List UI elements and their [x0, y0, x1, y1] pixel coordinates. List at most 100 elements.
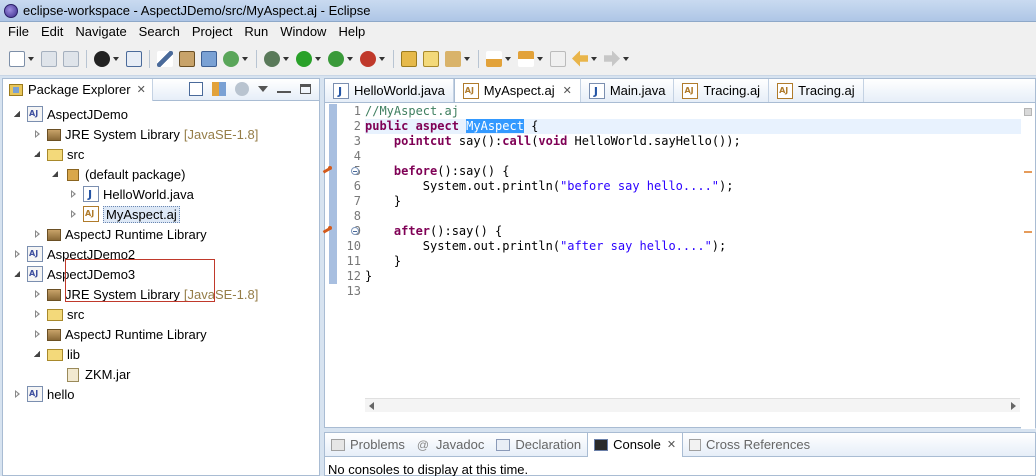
menu-window[interactable]: Window — [274, 22, 332, 42]
collapse-all-icon[interactable] — [189, 82, 203, 96]
forward-dropdown-icon[interactable] — [623, 56, 629, 61]
tree-item-helloworld-java[interactable]: HelloWorld.java — [3, 184, 319, 204]
expanded-arrow-icon[interactable] — [13, 269, 23, 279]
menu-project[interactable]: Project — [186, 22, 238, 42]
prev-annotation-icon[interactable] — [518, 50, 534, 67]
collapsed-arrow-icon[interactable] — [13, 389, 23, 399]
refresh-icon[interactable] — [223, 50, 239, 67]
profile-dropdown-icon[interactable] — [113, 56, 119, 61]
collapsed-arrow-icon[interactable] — [69, 209, 79, 219]
menu-search[interactable]: Search — [133, 22, 186, 42]
close-icon[interactable]: ✕ — [563, 84, 572, 97]
code-area[interactable]: 1 2 3 4 5 6 7 8 9 10 11 12 13 //MyAspect… — [325, 104, 1035, 414]
profile-icon[interactable] — [94, 50, 110, 67]
next-annotation-dropdown-icon[interactable] — [505, 56, 511, 61]
collapsed-arrow-icon[interactable] — [33, 289, 43, 299]
ruler-marker[interactable] — [1024, 231, 1032, 233]
tree-item-zkm-jar[interactable]: ZKM.jar — [3, 364, 319, 384]
coverage-dropdown-icon[interactable] — [347, 56, 353, 61]
tree-item-default-package[interactable]: (default package) — [3, 164, 319, 184]
run-icon[interactable] — [296, 50, 312, 67]
tree-item-jre-library[interactable]: JRE System Library [JavaSE-1.8] — [3, 124, 319, 144]
tree-item-src[interactable]: src — [3, 304, 319, 324]
tab-myaspect-aj[interactable]: MyAspect.aj ✕ — [453, 78, 581, 102]
window-icon[interactable] — [201, 50, 217, 67]
run-dropdown-icon[interactable] — [315, 56, 321, 61]
external-tools-dropdown-icon[interactable] — [379, 56, 385, 61]
debug-dropdown-icon[interactable] — [283, 56, 289, 61]
collapsed-arrow-icon[interactable] — [33, 329, 43, 339]
tab-helloworld-java[interactable]: HelloWorld.java — [325, 79, 454, 102]
collapsed-arrow-icon[interactable] — [33, 229, 43, 239]
refresh-dropdown-icon[interactable] — [242, 56, 248, 61]
tab-problems[interactable]: Problems — [325, 433, 411, 457]
external-tools-icon[interactable] — [360, 50, 376, 67]
expanded-arrow-icon[interactable] — [13, 109, 23, 119]
debug-icon[interactable] — [264, 50, 280, 67]
back-arrow-icon[interactable] — [572, 50, 588, 67]
close-icon[interactable]: ✕ — [667, 438, 676, 451]
menu-run[interactable]: Run — [238, 22, 274, 42]
build-icon[interactable] — [179, 50, 195, 67]
tree-item-aspectjdemo2[interactable]: AspectJDemo2 — [3, 244, 319, 264]
coverage-icon[interactable] — [328, 50, 344, 67]
collapsed-arrow-icon[interactable] — [13, 249, 23, 259]
tree-item-aspectjdemo[interactable]: AspectJDemo — [3, 104, 319, 124]
tree-item-src[interactable]: src — [3, 144, 319, 164]
expanded-arrow-icon[interactable] — [33, 349, 43, 359]
expanded-arrow-icon[interactable] — [51, 169, 61, 179]
tab-javadoc[interactable]: @ Javadoc — [411, 433, 490, 457]
tree-item-aspectjdemo3[interactable]: AspectJDemo3 — [3, 264, 319, 284]
new-icon[interactable] — [9, 50, 25, 67]
skip-breakpoints-icon[interactable] — [157, 50, 173, 67]
open-folder-icon[interactable] — [423, 50, 439, 67]
focus-icon[interactable] — [235, 82, 249, 96]
tab-declaration[interactable]: Declaration — [490, 433, 587, 457]
tab-tracing-aj-2[interactable]: Tracing.aj — [769, 79, 864, 102]
tree-item-aspectj-runtime[interactable]: AspectJ Runtime Library — [3, 224, 319, 244]
new-package-icon[interactable] — [401, 50, 417, 67]
minimize-icon[interactable] — [277, 85, 291, 93]
tree-item-hello[interactable]: hello — [3, 384, 319, 404]
horizontal-scrollbar[interactable] — [365, 398, 1020, 412]
tree-item-jre-library[interactable]: JRE System Library [JavaSE-1.8] — [3, 284, 319, 304]
advice-marker-icon[interactable] — [323, 166, 333, 176]
tab-cross-references[interactable]: Cross References — [683, 433, 816, 457]
overview-ruler[interactable] — [1021, 104, 1035, 429]
collapsed-arrow-icon[interactable] — [33, 129, 43, 139]
tree-item-myaspect-aj[interactable]: MyAspect.aj — [3, 204, 319, 224]
expanded-arrow-icon[interactable] — [33, 149, 43, 159]
open-type-icon[interactable] — [445, 50, 461, 67]
next-annotation-icon[interactable] — [486, 50, 502, 67]
advice-marker-icon[interactable] — [323, 226, 333, 236]
save-icon[interactable] — [41, 50, 57, 67]
menu-navigate[interactable]: Navigate — [69, 22, 132, 42]
collapsed-arrow-icon[interactable] — [69, 189, 79, 199]
open-type-dropdown-icon[interactable] — [464, 56, 470, 61]
tab-main-java[interactable]: Main.java — [581, 79, 675, 102]
forward-arrow-icon[interactable] — [604, 50, 620, 67]
prev-annotation-dropdown-icon[interactable] — [537, 56, 543, 61]
view-menu-icon[interactable] — [258, 86, 268, 92]
save-all-icon[interactable] — [63, 50, 79, 67]
link-with-editor-icon[interactable] — [212, 82, 226, 96]
scroll-left-icon[interactable] — [369, 402, 374, 410]
menu-file[interactable]: File — [2, 22, 35, 42]
tree-item-lib[interactable]: lib — [3, 344, 319, 364]
menu-help[interactable]: Help — [332, 22, 371, 42]
scroll-right-icon[interactable] — [1011, 402, 1016, 410]
ruler-marker[interactable] — [1024, 171, 1032, 173]
close-icon[interactable]: ✕ — [137, 83, 146, 96]
last-edit-icon[interactable] — [550, 50, 566, 67]
tree-item-aspectj-runtime[interactable]: AspectJ Runtime Library — [3, 324, 319, 344]
fold-toggle-icon[interactable] — [351, 227, 359, 235]
tab-package-explorer[interactable]: Package Explorer ✕ — [3, 78, 153, 101]
maximize-icon[interactable] — [300, 84, 311, 94]
tab-tracing-aj[interactable]: Tracing.aj — [674, 79, 770, 102]
console-view-icon[interactable] — [126, 50, 142, 67]
collapsed-arrow-icon[interactable] — [33, 309, 43, 319]
fold-toggle-icon[interactable] — [351, 167, 359, 175]
back-dropdown-icon[interactable] — [591, 56, 597, 61]
menu-edit[interactable]: Edit — [35, 22, 69, 42]
tab-console[interactable]: Console ✕ — [587, 432, 684, 457]
